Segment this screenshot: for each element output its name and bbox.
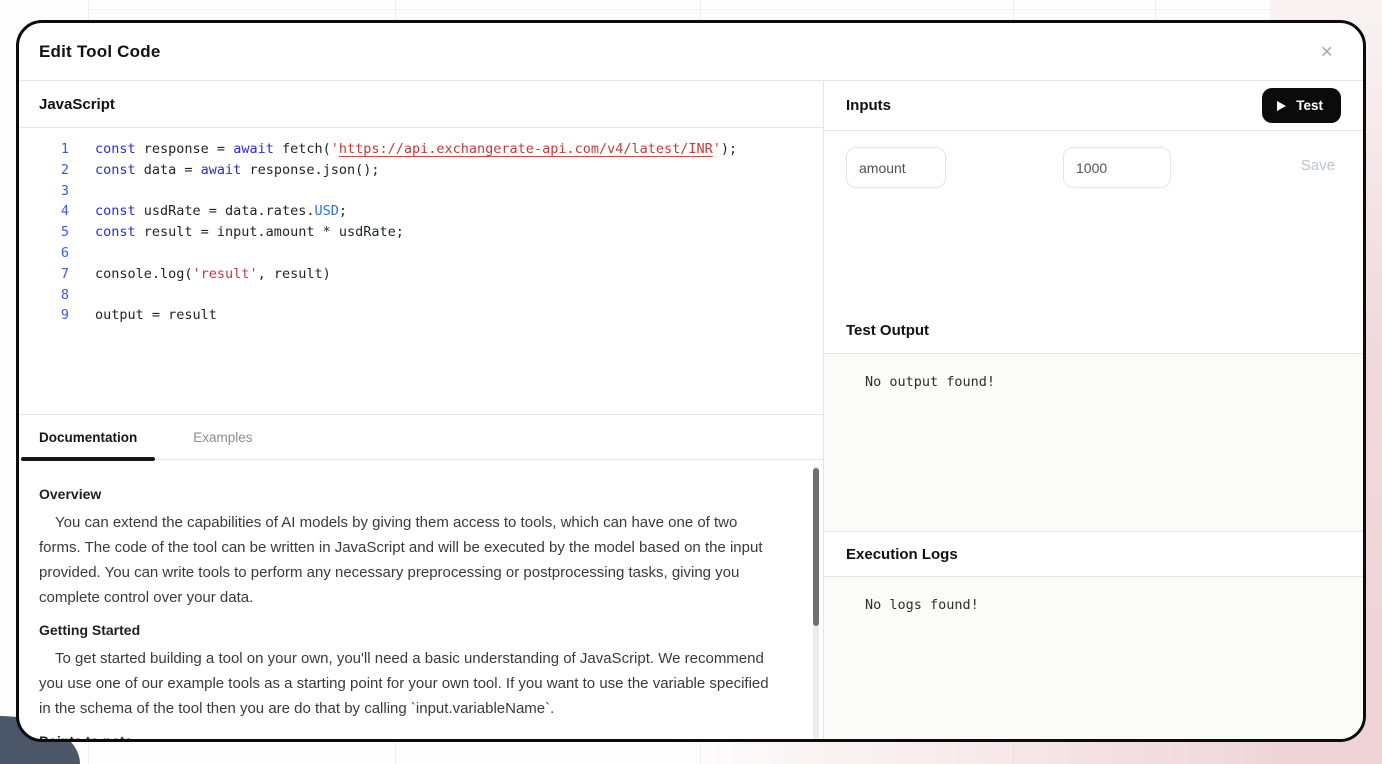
inputs-header: Inputs Test xyxy=(824,81,1363,131)
code-token: await xyxy=(201,162,242,178)
documentation-content[interactable]: Overview You can extend the capabilities … xyxy=(19,460,823,739)
code-line: 7 console.log('result', result) xyxy=(19,264,823,285)
line-number: 2 xyxy=(19,160,69,181)
code-token: await xyxy=(233,141,274,157)
doc-section: Points to note: xyxy=(39,733,783,739)
line-number: 5 xyxy=(19,222,69,243)
code-token: ' xyxy=(331,141,339,157)
code-token: ' xyxy=(713,141,721,157)
test-button[interactable]: Test xyxy=(1262,88,1341,123)
background-pink-gradient-bottom xyxy=(663,740,1272,764)
inputs-body: Save xyxy=(824,131,1363,308)
code-token: response.json(); xyxy=(241,162,379,178)
execution-logs-title: Execution Logs xyxy=(846,546,958,563)
test-output-area: No output found! xyxy=(824,354,1363,531)
code-token: , result) xyxy=(258,266,331,282)
code-token: const xyxy=(95,203,136,219)
scrollbar-thumb[interactable] xyxy=(813,468,819,626)
line-number: 4 xyxy=(19,201,69,222)
code-line: 2 const data = await response.json(); xyxy=(19,160,823,181)
doc-section-heading: Getting Started xyxy=(39,622,783,638)
code-token: https://api.exchangerate-api.com/v4/late… xyxy=(339,141,713,157)
test-output-title: Test Output xyxy=(846,322,929,339)
code-token: ; xyxy=(339,203,347,219)
doc-section-body: You can extend the capabilities of AI mo… xyxy=(39,510,783,610)
editor-language-label: JavaScript xyxy=(39,96,115,113)
line-number: 6 xyxy=(19,243,69,264)
doc-section: Getting Started To get started building a… xyxy=(39,622,783,721)
code-token: output = result xyxy=(95,307,217,323)
code-panel: JavaScript 1 const response = await fetch… xyxy=(19,81,824,739)
code-token: USD xyxy=(314,203,338,219)
code-token: 'result' xyxy=(193,266,258,282)
code-line-content: output = result xyxy=(95,305,217,326)
modal-header: Edit Tool Code × xyxy=(19,23,1363,81)
play-icon xyxy=(1277,101,1286,111)
code-line-content: console.log('result', result) xyxy=(95,264,331,285)
code-token: const xyxy=(95,224,136,240)
test-output-header: Test Output xyxy=(824,308,1363,354)
doc-section-heading: Overview xyxy=(39,486,783,502)
test-button-label: Test xyxy=(1296,98,1323,113)
doc-tabs: Documentation Examples xyxy=(19,414,823,460)
tab-documentation[interactable]: Documentation xyxy=(21,415,155,459)
doc-section: Overview You can extend the capabilities … xyxy=(39,486,783,610)
code-line: 5 const result = input.amount * usdRate; xyxy=(19,222,823,243)
line-number: 9 xyxy=(19,305,69,326)
line-number: 8 xyxy=(19,285,69,306)
code-line: 3 xyxy=(19,181,823,202)
code-token: console.log( xyxy=(95,266,193,282)
code-token: ); xyxy=(721,141,737,157)
doc-section-body: To get started building a tool on your o… xyxy=(39,646,783,721)
test-panel: Inputs Test Save Test Output No output f… xyxy=(824,81,1363,739)
code-token: const xyxy=(95,141,136,157)
editor-header: JavaScript xyxy=(19,81,823,128)
code-line: 4 const usdRate = data.rates.USD; xyxy=(19,201,823,222)
code-line: 1const response = await fetch('https://a… xyxy=(19,139,823,160)
line-number: 3 xyxy=(19,181,69,202)
modal-title: Edit Tool Code xyxy=(39,42,160,62)
close-icon[interactable]: × xyxy=(1321,41,1333,62)
code-editor[interactable]: 1const response = await fetch('https://a… xyxy=(19,128,823,414)
input-key-field[interactable] xyxy=(846,147,946,188)
doc-section-heading: Points to note: xyxy=(39,733,783,739)
save-button[interactable]: Save xyxy=(1301,157,1335,174)
code-line-content: const response = await fetch('https://ap… xyxy=(95,139,737,160)
line-number: 1 xyxy=(19,139,69,160)
code-line-content: const data = await response.json(); xyxy=(95,160,379,181)
inputs-title: Inputs xyxy=(846,97,891,114)
execution-logs-empty-message: No logs found! xyxy=(865,597,979,613)
tab-examples[interactable]: Examples xyxy=(175,415,270,459)
execution-logs-area: No logs found! xyxy=(824,577,1363,739)
input-value-field[interactable] xyxy=(1063,147,1171,188)
modal-body: JavaScript 1 const response = await fetch… xyxy=(19,81,1363,739)
code-token: result = input.amount * usdRate; xyxy=(136,224,404,240)
code-token: data = xyxy=(136,162,201,178)
code-line-content: const result = input.amount * usdRate; xyxy=(95,222,404,243)
screen: Edit Tool Code × JavaScript 1 const respo… xyxy=(0,0,1382,764)
code-token: const xyxy=(95,162,136,178)
code-line-content: const usdRate = data.rates.USD; xyxy=(95,201,347,222)
code-line: 8 xyxy=(19,285,823,306)
background-hline xyxy=(88,9,1382,10)
line-number: 7 xyxy=(19,264,69,285)
execution-logs-header: Execution Logs xyxy=(824,531,1363,577)
edit-tool-code-modal: Edit Tool Code × JavaScript 1 const respo… xyxy=(16,20,1366,742)
code-token: fetch( xyxy=(274,141,331,157)
test-output-empty-message: No output found! xyxy=(865,374,995,390)
code-line: 6 xyxy=(19,243,823,264)
code-line: 9 output = result xyxy=(19,305,823,326)
code-token: response = xyxy=(136,141,234,157)
code-token: usdRate = data.rates. xyxy=(136,203,315,219)
